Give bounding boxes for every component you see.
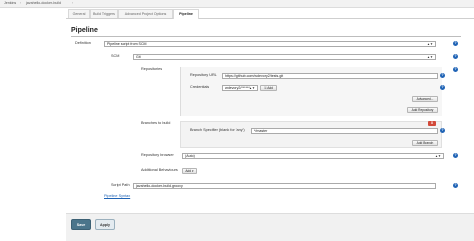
add-behaviour-button[interactable]: Add ▾ xyxy=(182,168,197,174)
advanced-button[interactable]: Advanced... xyxy=(412,96,438,102)
help-icon[interactable]: ? xyxy=(440,73,445,78)
help-icon[interactable]: ? xyxy=(453,67,458,72)
delete-branch-button[interactable]: X xyxy=(428,121,436,126)
scm-label: SCM xyxy=(111,54,120,58)
footer-bar xyxy=(66,213,474,241)
add-repository-button[interactable]: Add Repository xyxy=(407,107,438,113)
definition-value: Pipeline script from SCM xyxy=(107,42,147,46)
tab-pipeline[interactable]: Pipeline xyxy=(173,9,199,19)
repository-url-label: Repository URL xyxy=(190,73,217,77)
repositories-label: Repositories xyxy=(141,67,163,71)
breadcrumb: Jenkins › javahello-docker-build › xyxy=(0,0,474,8)
script-path-label: Script Path xyxy=(111,183,130,187)
config-tabs: General Build Triggers Advanced Project … xyxy=(66,8,474,19)
branch-specifier-input[interactable]: */master xyxy=(251,128,438,134)
chevron-down-icon: ▾ xyxy=(191,169,194,173)
add-credentials-button[interactable]: ⚿ Add xyxy=(260,85,277,91)
branches-label: Branches to build xyxy=(141,121,171,125)
scm-value: Git xyxy=(136,55,141,59)
help-icon[interactable]: ? xyxy=(440,128,445,133)
chevron-down-icon: ▲▼ xyxy=(427,42,433,46)
apply-button[interactable]: Apply xyxy=(95,219,115,230)
credentials-select[interactable]: wdevory2/****** ▲▼ xyxy=(222,85,258,91)
tab-advanced-project-options[interactable]: Advanced Project Options xyxy=(118,9,173,18)
pipeline-syntax-link[interactable]: Pipeline Syntax xyxy=(104,194,130,199)
save-button[interactable]: Save xyxy=(71,219,91,230)
breadcrumb-separator: › xyxy=(72,1,74,5)
add-behaviour-label: Add xyxy=(185,169,192,173)
tab-general[interactable]: General xyxy=(68,9,90,18)
help-icon[interactable]: ? xyxy=(453,54,458,59)
add-branch-button[interactable]: Add Branch xyxy=(412,140,438,146)
repository-browser-value: (Auto) xyxy=(185,154,195,158)
chevron-down-icon: ▲▼ xyxy=(249,86,255,90)
help-icon[interactable]: ? xyxy=(453,41,458,46)
branch-specifier-label: Branch Specifier (blank for 'any') xyxy=(190,128,245,132)
script-path-input[interactable]: javahello-docker-build.groovy xyxy=(133,183,436,189)
help-icon[interactable]: ? xyxy=(440,85,445,90)
breadcrumb-job[interactable]: javahello-docker-build xyxy=(26,1,61,6)
additional-behaviours-label: Additional Behaviours xyxy=(141,168,178,172)
help-icon[interactable]: ? xyxy=(453,153,458,158)
section-divider xyxy=(71,36,461,37)
section-title: Pipeline xyxy=(71,27,98,34)
repository-url-input[interactable]: https://github.com/wdevory2/tests.git xyxy=(222,73,438,79)
credentials-label: Credentials xyxy=(190,85,210,89)
chevron-down-icon: ▲▼ xyxy=(435,154,441,158)
repository-browser-select[interactable]: (Auto) ▲▼ xyxy=(182,153,444,159)
credentials-value: wdevory2/****** xyxy=(225,86,250,90)
branches-panel xyxy=(180,121,442,148)
chevron-down-icon: ▲▼ xyxy=(427,55,433,59)
repository-browser-label: Repository browser xyxy=(141,153,174,157)
help-icon[interactable]: ? xyxy=(453,183,458,188)
breadcrumb-jenkins[interactable]: Jenkins xyxy=(4,1,16,6)
breadcrumb-separator: › xyxy=(20,1,22,5)
definition-select[interactable]: Pipeline script from SCM ▲▼ xyxy=(104,41,436,47)
definition-label: Definition xyxy=(75,41,91,45)
add-credentials-label: Add xyxy=(267,86,273,90)
scm-select[interactable]: Git ▲▼ xyxy=(133,54,436,60)
tab-build-triggers[interactable]: Build Triggers xyxy=(90,9,118,18)
